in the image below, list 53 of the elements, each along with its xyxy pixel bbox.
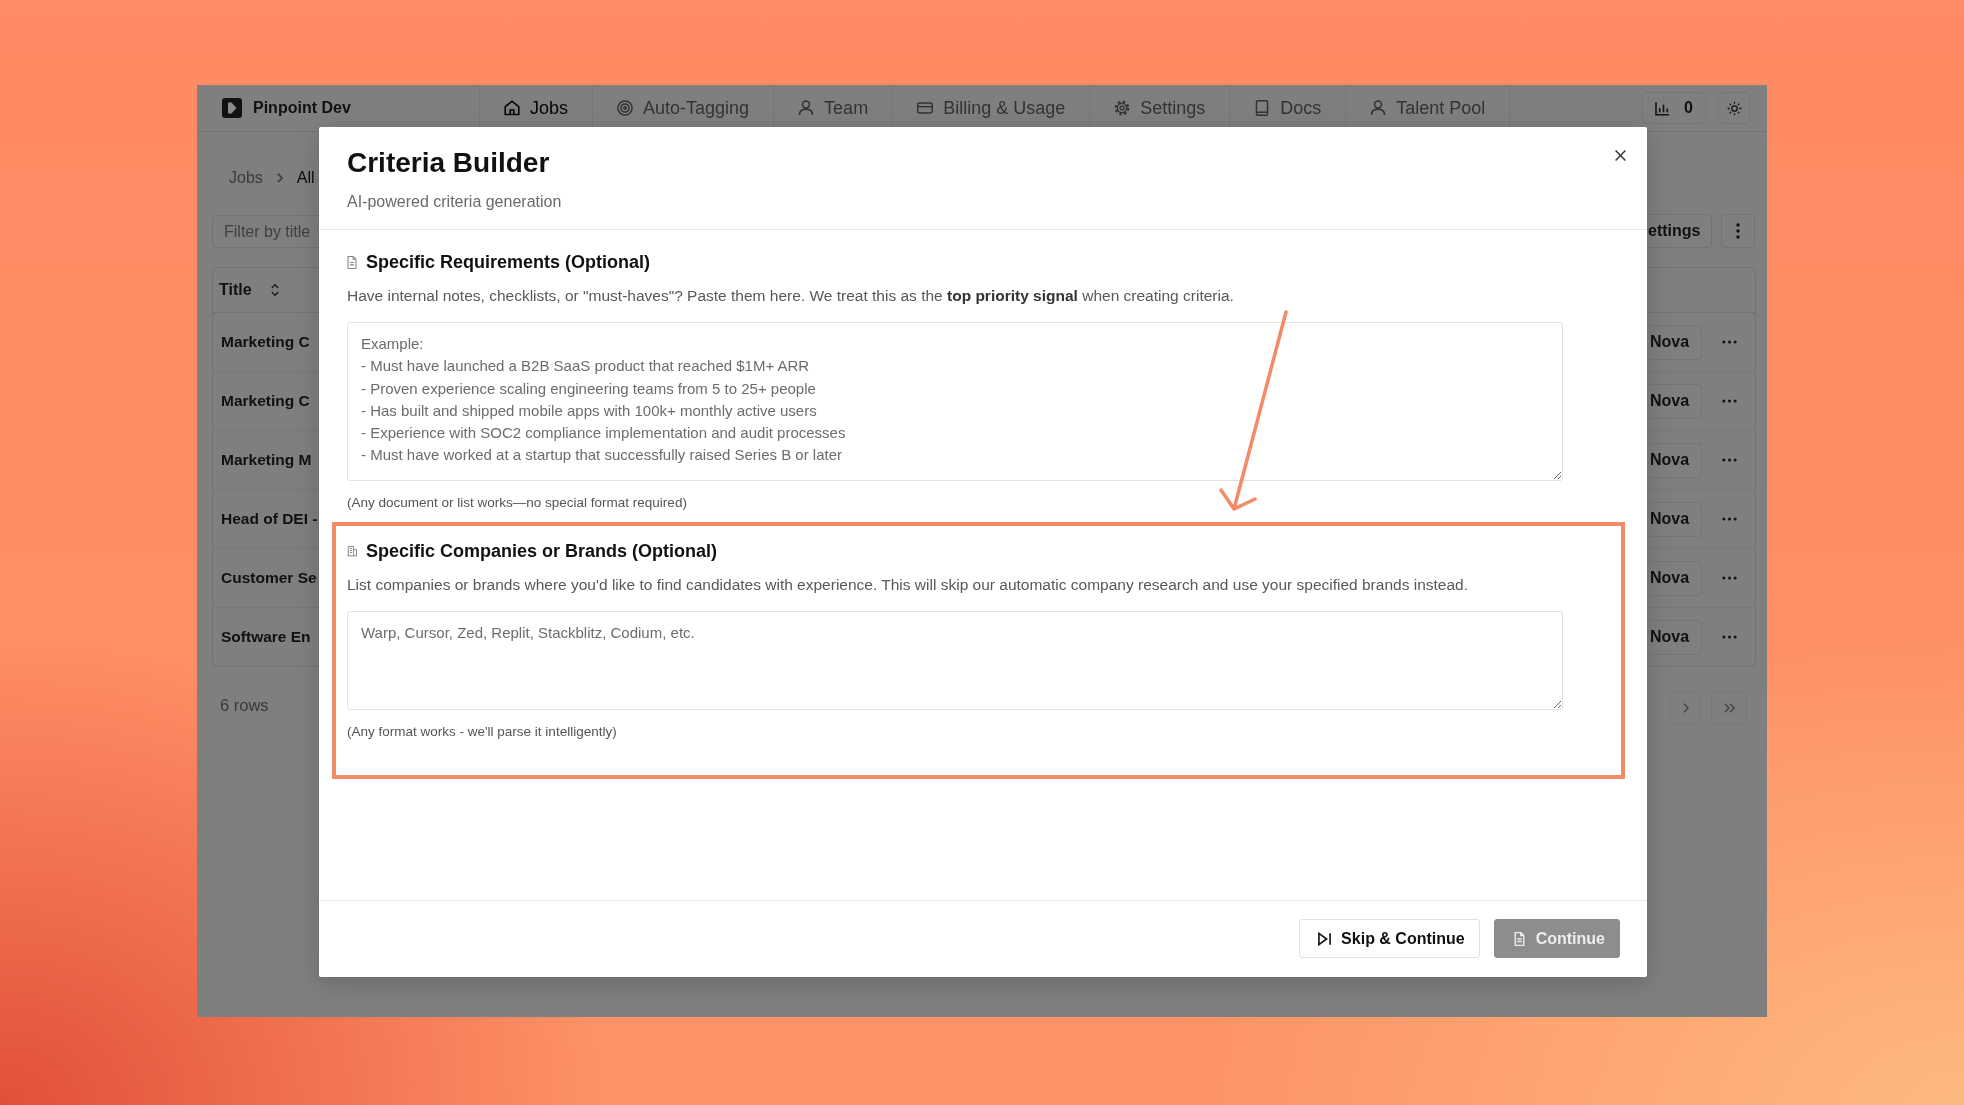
filter-field[interactable]: Filter by title [212,215,319,248]
building-icon [347,544,357,558]
kebab-icon [1736,223,1740,239]
column-header[interactable]: Title [219,281,252,299]
more-icon[interactable] [1722,340,1737,344]
more-icon[interactable] [1722,635,1737,639]
settings-icon [1114,100,1131,116]
more-options-button[interactable] [1721,214,1755,248]
dialog-title: Criteria Builder [347,147,551,179]
more-icon[interactable] [1722,576,1737,580]
requirements-field[interactable]: Example: - Must have launched a B2B SaaS product that reached $1M+ ARR - Proven experience scaling engineering teams from 5 to 25+ people - Has built and shipped mobile apps with 100k+ monthly active users - Experience with SOC2 compliance implementation and audit processes - Must have worked at a startup that successfully raised Series B or later [347,322,1563,481]
app-name: Pinpoint Dev [253,99,351,117]
chevron-right-icon [1682,703,1689,713]
skip-forward-icon [1318,931,1332,946]
book-icon [1254,100,1271,116]
sort-icon[interactable] [270,284,279,296]
table-cell: Marketing M [221,451,312,469]
row-count: 6 rows [220,696,270,715]
more-icon[interactable] [1722,458,1737,462]
document-icon [347,255,357,269]
settings-button[interactable]: ettings [1647,214,1712,248]
table-cell: Customer Se [221,569,317,587]
table-cell: Head of DEI - [221,510,318,528]
table-cell: Software En [221,628,311,646]
breadcrumb-link[interactable]: Jobs [229,169,263,187]
section-heading: Specific Companies or Brands (Optional) [366,539,718,563]
breadcrumb-current: All [296,169,315,187]
section-heading: Specific Requirements (Optional) [366,251,651,274]
person-icon [1370,100,1387,116]
theme-toggle-button[interactable] [1718,92,1750,124]
dialog-subtitle: AI-powered criteria generation [347,192,563,212]
person-icon [798,100,815,116]
bar-chart-icon [1655,100,1671,116]
double-chevron-right-icon [1723,703,1735,713]
companies-field[interactable]: Warp, Cursor, Zed, Replit, Stackblitz, Codium, etc. [347,610,1563,710]
close-icon [1614,149,1626,161]
field-hint: (Any document or list works—no special format required) [347,493,688,512]
credit-card-icon [917,100,934,116]
document-icon [1512,931,1526,946]
home-icon [504,100,520,116]
more-icon[interactable] [1722,399,1737,403]
section-description: Have internal notes, checklists, or "must-haves"? Paste them here. We treat this as the top priority signal when creating criteria. [347,286,1235,306]
table-cell: Marketing C [221,392,310,410]
target-icon [617,100,634,116]
more-icon[interactable] [1722,517,1737,521]
sun-icon [1726,100,1742,116]
logo-icon [222,98,242,118]
skip-continue-button[interactable]: Skip & Continue [1299,919,1480,958]
table-cell: Marketing C [221,333,310,351]
section-description: List companies or brands where you'd like to find candidates with experience. This will skip our automatic company research and use your specified brands instead. [347,574,1469,595]
chevron-right-icon [276,173,283,183]
usage-button[interactable]: 0 [1642,92,1706,124]
field-hint: (Any format works - we'll parse it intelligently) [347,722,618,741]
